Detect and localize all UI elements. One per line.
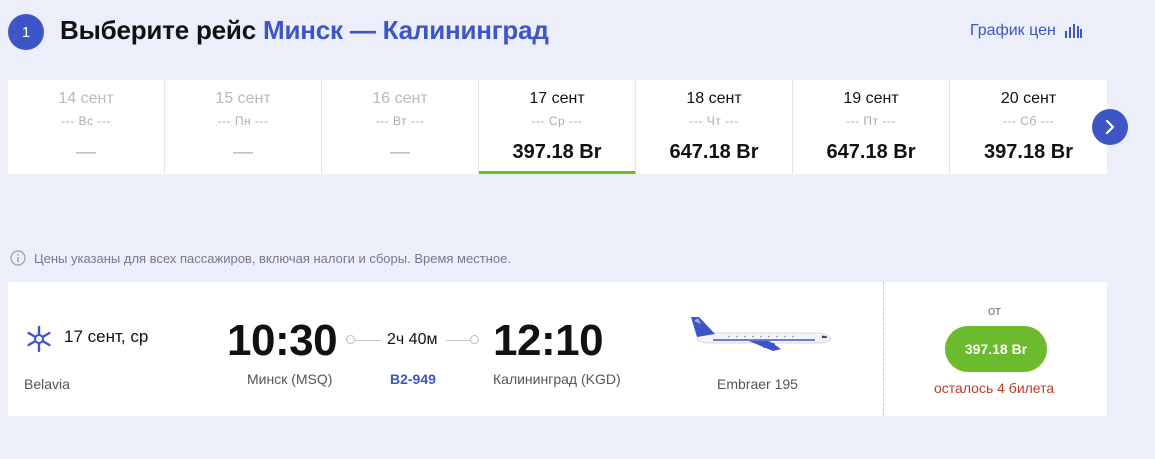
date-cell[interactable]: 15 сент --- Пн --- — [165,80,322,174]
date-label: 14 сент [58,90,114,107]
weekday-label: --- Пт --- [846,114,896,128]
date-selector: 14 сент --- Вс --- — 15 сент --- Пн --- … [8,80,1107,174]
weekday-label: --- Вс --- [61,114,111,128]
date-cell[interactable]: 19 сент --- Пт --- 647.18 Br [793,80,950,174]
duration-line [355,340,381,341]
date-price: 647.18 Br [669,141,759,163]
flight-duration: 2ч 40м [387,331,438,348]
date-label: 15 сент [215,90,271,107]
aircraft-type: Embraer 195 [717,376,798,392]
weekday-label: --- Ср --- [531,114,583,128]
departure-dot [346,335,355,344]
date-label: 17 сент [529,90,585,107]
weekday-label: --- Пн --- [217,114,269,128]
page-title-prefix: Выберите рейс [60,15,256,45]
airplane-image [691,317,832,351]
date-price: 647.18 Br [826,141,916,163]
chevron-right-icon [1105,120,1115,134]
date-price: — [76,141,96,163]
step-number-badge: 1 [8,14,44,50]
weekday-label: --- Сб --- [1002,114,1055,128]
date-cell[interactable]: 20 сент --- Сб --- 397.18 Br [950,80,1107,174]
price-info-note: Цены указаны для всех пассажиров, включа… [10,250,511,266]
flight-card[interactable]: 17 сент, ср Belavia 10:30 Минск (MSQ) 2ч… [8,282,1107,416]
airline-name: Belavia [24,376,70,392]
belavia-logo-icon [27,325,51,353]
arrival-dot [470,335,479,344]
date-cell[interactable]: 16 сент --- Вт --- — [322,80,479,174]
flight-date: 17 сент, ср [64,327,149,346]
departure-city: Минск (MSQ) [247,371,333,387]
select-flight-price-button[interactable]: 397.18 Br [945,326,1047,372]
weekday-label: --- Чт --- [689,114,739,128]
weekday-label: --- Вт --- [375,114,425,128]
arrival-city: Калининград (KGD) [493,371,621,387]
seats-left-warning: осталось 4 билета [934,380,1055,396]
date-price: 397.18 Br [984,141,1073,163]
date-price: 397.18 Br [512,141,602,163]
date-label: 20 сент [1000,90,1057,107]
info-text: Цены указаны для всех пассажиров, включа… [34,250,511,266]
date-label: 16 сент [372,90,428,107]
duration-line [446,340,470,341]
date-label: 19 сент [843,90,899,107]
date-cell[interactable]: 14 сент --- Вс --- — [8,80,165,174]
flight-number[interactable]: B2-949 [390,371,436,387]
price-chart-label: График цен [970,22,1056,39]
date-price: — [390,141,410,163]
date-label: 18 сент [686,90,742,107]
card-divider [883,282,884,416]
next-dates-button[interactable] [1092,109,1128,145]
info-icon [10,250,26,266]
date-cell[interactable]: 18 сент --- Чт --- 647.18 Br [636,80,793,174]
date-cell[interactable]: 17 сент --- Ср --- 397.18 Br [479,80,636,174]
route-title: Минск — Калининград [263,15,549,45]
bar-chart-icon [1064,24,1082,38]
price-chart-link[interactable]: График цен [970,22,1082,40]
date-price: — [233,141,253,163]
page-title: Выберите рейс Минск — Калининград [60,15,549,46]
price-prefix: от [988,303,1001,318]
departure-time: 10:30 [227,316,338,365]
arrival-time: 12:10 [493,316,604,365]
